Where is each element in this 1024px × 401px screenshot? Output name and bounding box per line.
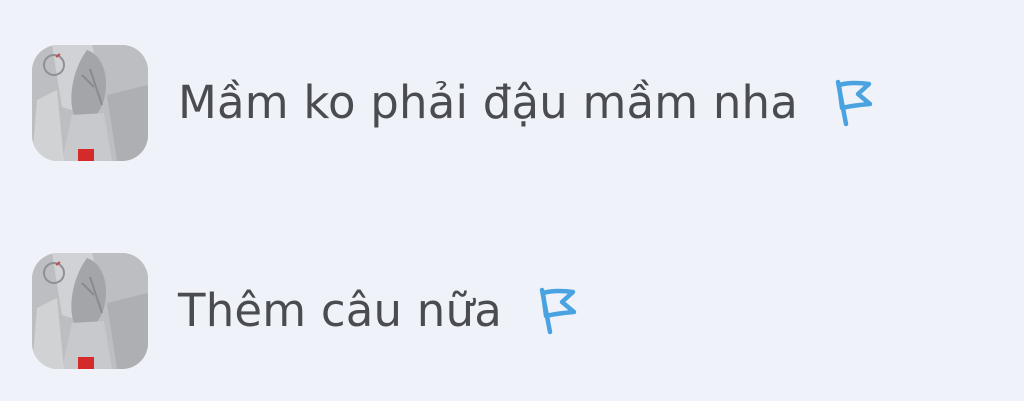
comment-text: Thêm câu nữa <box>178 284 502 337</box>
comment-text: Mầm ko phải đậu mầm nha <box>178 76 799 129</box>
flag-icon[interactable] <box>832 78 876 128</box>
user-avatar[interactable] <box>32 253 148 369</box>
comment-list: Mầm ko phải đậu mầm nha Thêm câu nữa <box>0 0 1024 401</box>
flag-icon[interactable] <box>536 286 580 336</box>
user-avatar[interactable] <box>32 45 148 161</box>
comment-item: Thêm câu nữa <box>32 253 580 369</box>
avatar-image <box>32 45 148 161</box>
avatar-image <box>32 253 148 369</box>
comment-item: Mầm ko phải đậu mầm nha <box>32 45 876 161</box>
